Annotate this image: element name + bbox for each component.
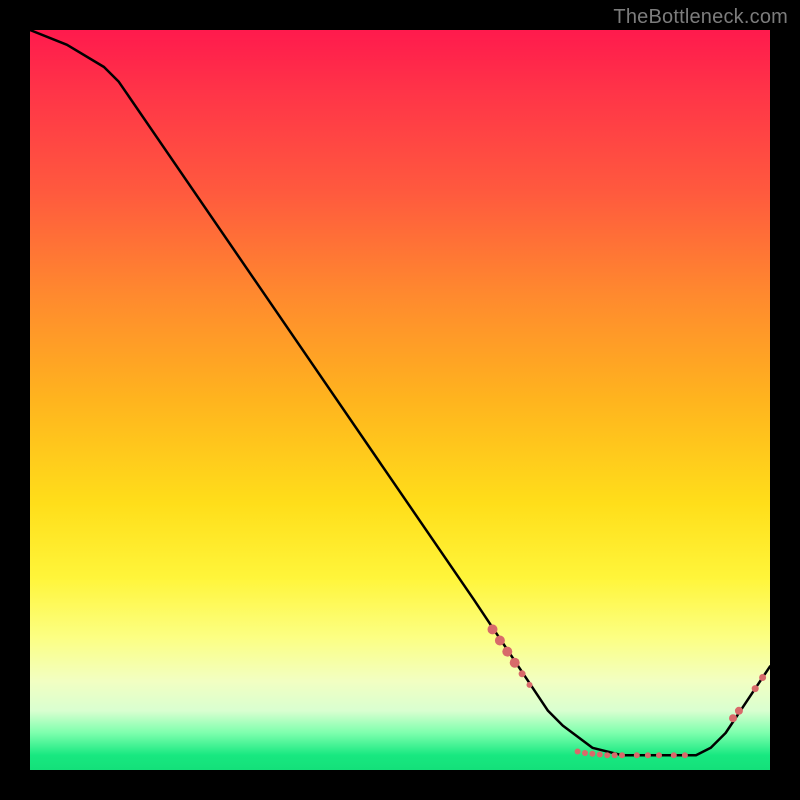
data-marker	[656, 752, 662, 758]
data-marker	[612, 752, 618, 758]
data-marker	[645, 752, 651, 758]
data-marker	[495, 636, 505, 646]
data-marker	[527, 682, 533, 688]
data-marker	[488, 624, 498, 634]
data-marker	[619, 752, 625, 758]
data-marker	[582, 750, 588, 756]
data-marker	[735, 707, 743, 715]
data-marker	[759, 674, 766, 681]
data-marker	[604, 752, 610, 758]
data-marker	[752, 685, 759, 692]
chart-container: TheBottleneck.com	[0, 0, 800, 800]
data-marker	[634, 752, 640, 758]
data-marker	[575, 749, 581, 755]
data-marker	[671, 752, 677, 758]
data-marker	[682, 752, 688, 758]
data-marker	[597, 751, 603, 757]
plot-area	[30, 30, 770, 770]
chart-svg	[30, 30, 770, 770]
watermark-text: TheBottleneck.com	[613, 6, 788, 29]
data-marker	[519, 670, 526, 677]
data-marker	[729, 714, 737, 722]
data-marker	[510, 658, 520, 668]
data-marker	[589, 751, 595, 757]
data-marker	[502, 647, 512, 657]
curve-path	[30, 30, 770, 755]
